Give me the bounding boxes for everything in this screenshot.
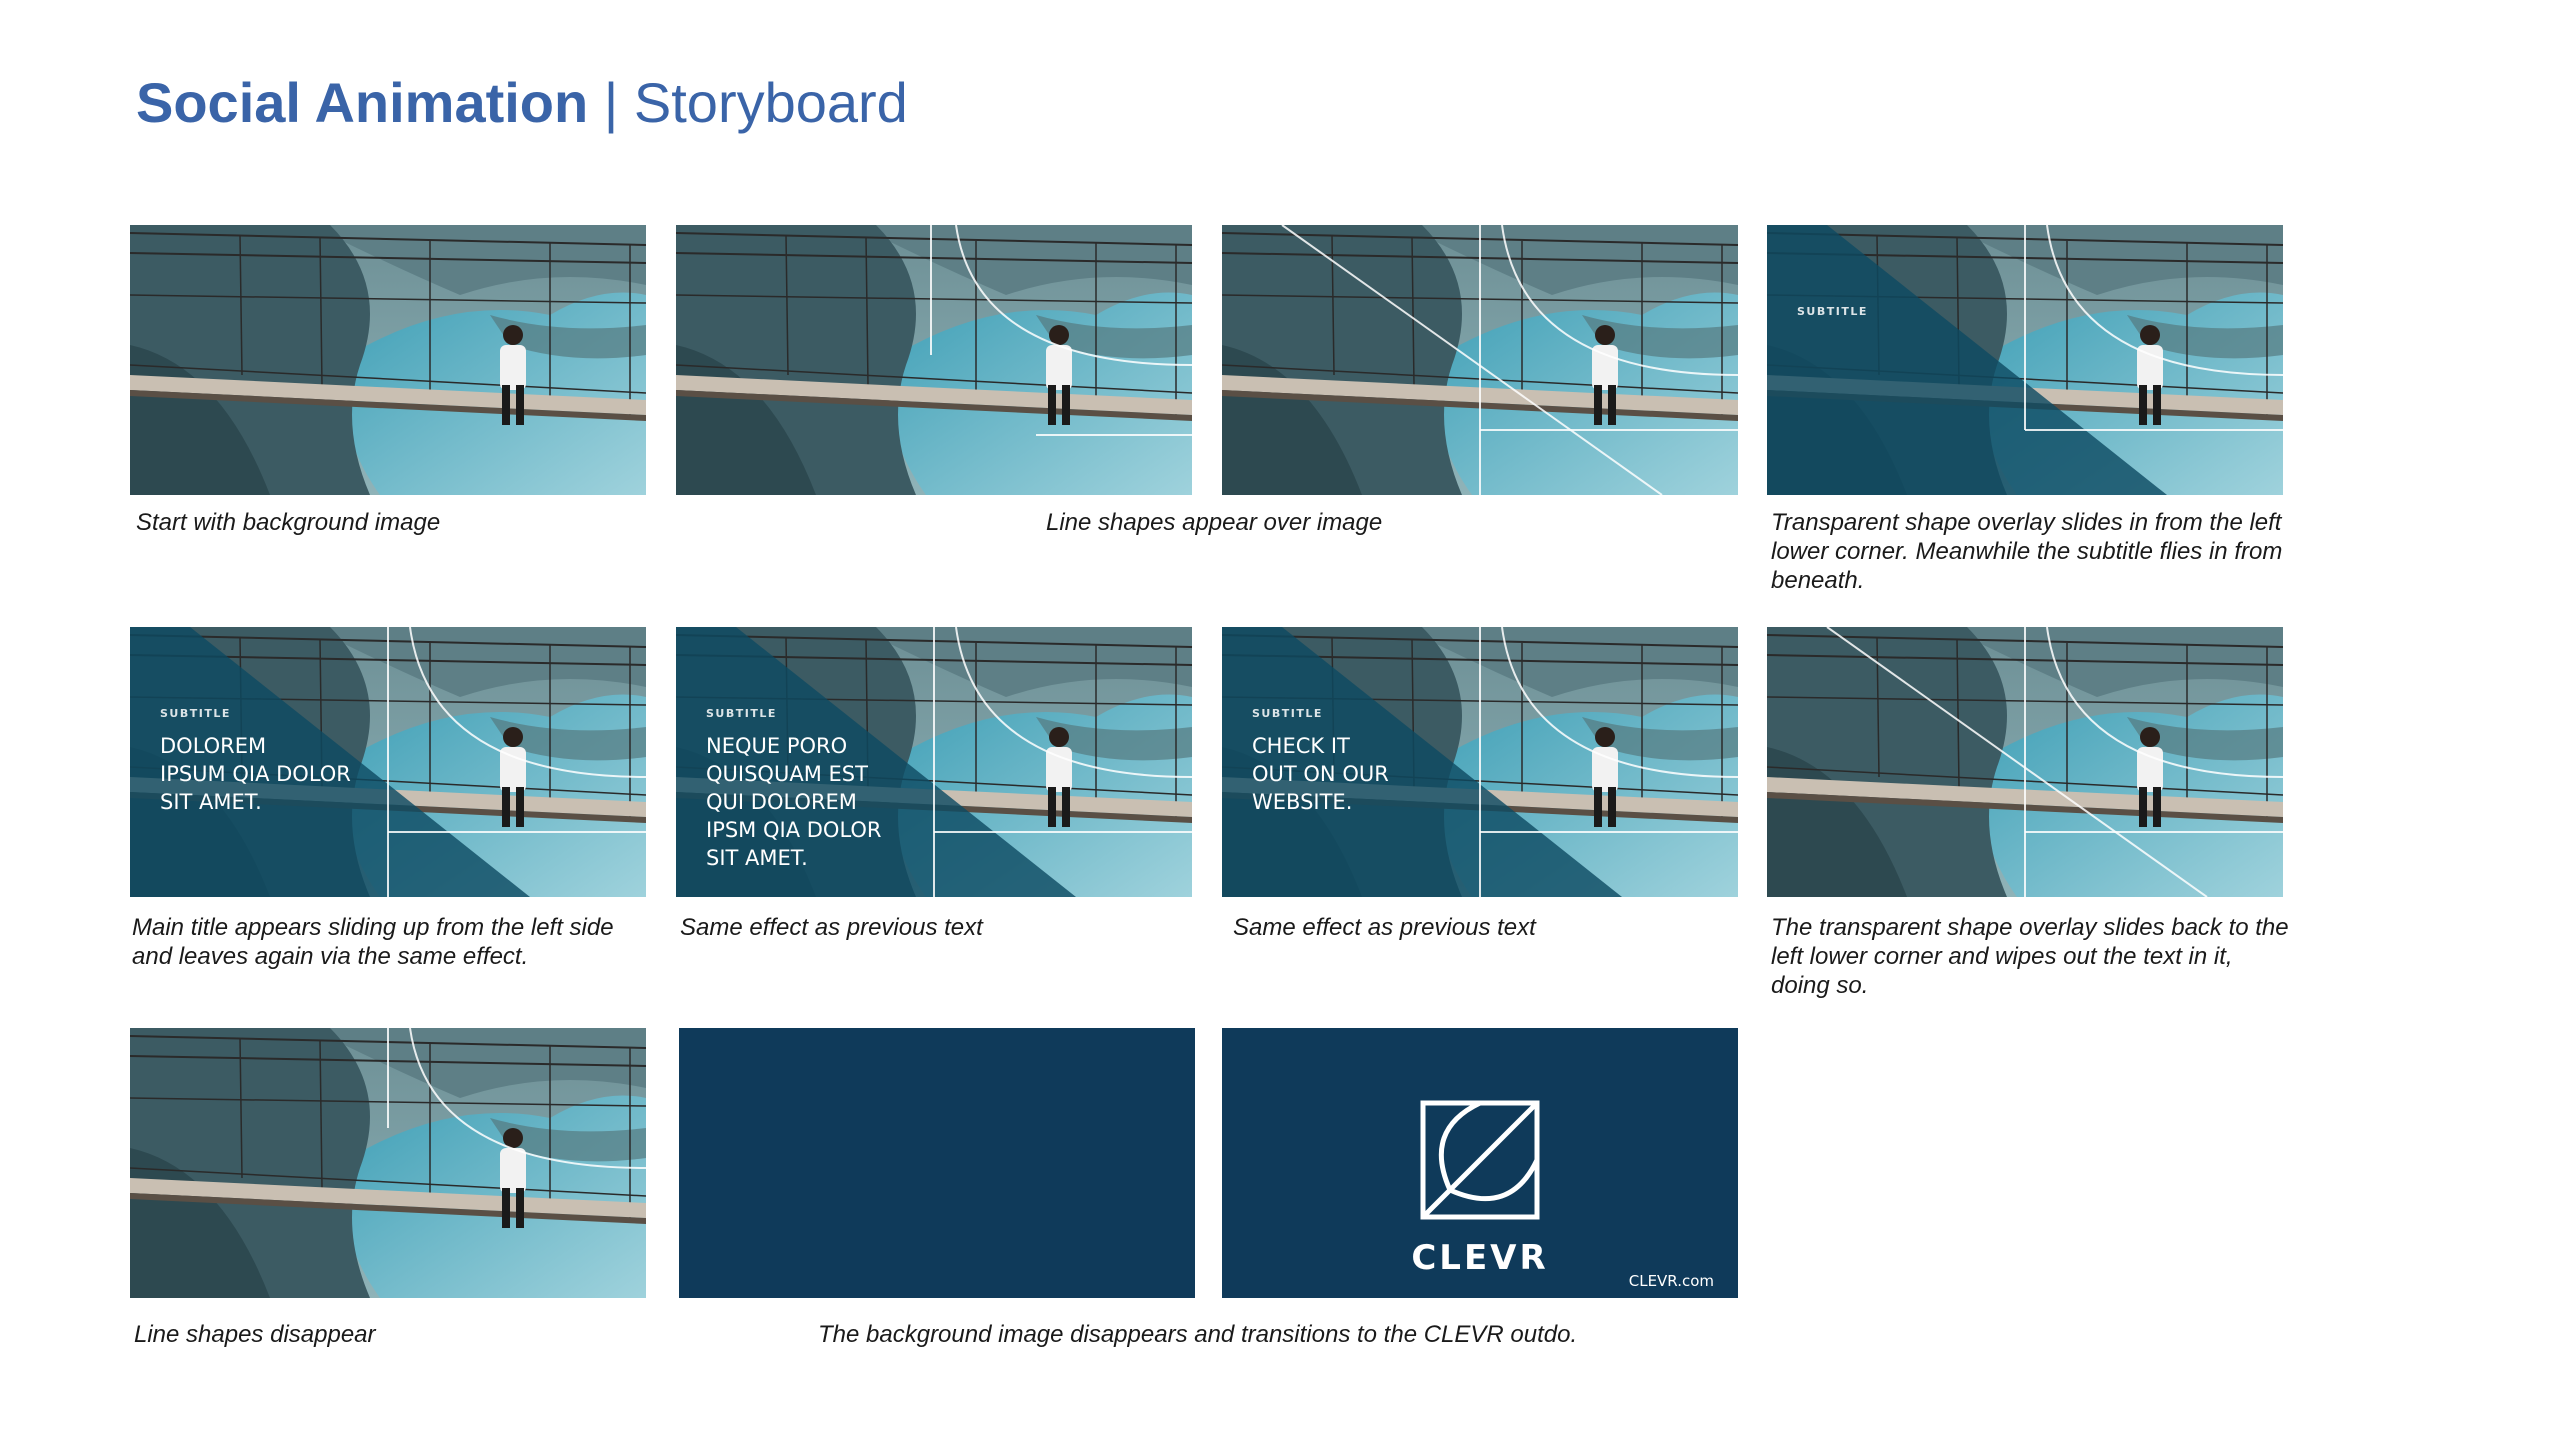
overlay-subtitle: SUBTITLE xyxy=(1252,707,1323,720)
caption-3: Transparent shape overlay slides in from… xyxy=(1771,509,2283,594)
bridge-photo-lines xyxy=(130,1028,646,1298)
clevr-url: CLEVR.com xyxy=(1628,1272,1714,1290)
frame-5-main-title: SUBTITLE DOLOREM IPSUM QIA DOLOR SIT AME… xyxy=(130,627,646,897)
page-title: Social Animation | Storyboard xyxy=(136,70,908,135)
frame-2-line-shapes xyxy=(676,225,1192,495)
frame-6-main-title: SUBTITLE NEQUE PORO QUISQUAM EST QUI DOL… xyxy=(676,627,1192,897)
frame-4-overlay-subtitle: SUBTITLE xyxy=(1767,225,2283,495)
bridge-photo-lines-full xyxy=(1767,627,2283,897)
caption-7: Same effect as previous text xyxy=(1233,914,1536,941)
bridge-photo-lines-full xyxy=(1222,225,1738,495)
frame-7-main-title: SUBTITLE CHECK IT OUT ON OUR WEBSITE. xyxy=(1222,627,1738,897)
caption-10: The background image disappears and tran… xyxy=(818,1321,1578,1348)
caption-1: Start with background image xyxy=(136,509,441,536)
overlay-subtitle: SUBTITLE xyxy=(160,707,231,720)
bridge-photo xyxy=(130,225,646,495)
bridge-photo-lines xyxy=(676,225,1192,495)
overlay-main-title: NEQUE PORO QUISQUAM EST QUI DOLOREM IPSM… xyxy=(706,734,882,870)
page-title-bold: Social Animation xyxy=(136,71,589,134)
frame-1-background-image xyxy=(130,225,646,495)
page-title-rest: | Storyboard xyxy=(588,71,908,134)
frame-8-overlay-wipe xyxy=(1767,627,2283,897)
clevr-logo-icon xyxy=(1420,1100,1540,1220)
frame-10-blank-navy xyxy=(679,1028,1195,1298)
overlay-subtitle: SUBTITLE xyxy=(1797,305,1868,318)
overlay-main-title: CHECK IT OUT ON OUR WEBSITE. xyxy=(1252,734,1389,814)
frame-3-line-shapes xyxy=(1222,225,1738,495)
caption-9: Line shapes disappear xyxy=(134,1321,376,1348)
overlay-main-title: DOLOREM IPSUM QIA DOLOR SIT AMET. xyxy=(160,734,351,814)
caption-6: Same effect as previous text xyxy=(680,914,983,941)
overlay-subtitle: SUBTITLE xyxy=(706,707,777,720)
frame-11-clevr-outro: CLEVR CLEVR.com xyxy=(1222,1028,1738,1298)
caption-8: The transparent shape overlay slides bac… xyxy=(1771,914,2289,999)
caption-2: Line shapes appear over image xyxy=(1046,509,1383,536)
bridge-photo-overlay xyxy=(1767,225,2283,495)
caption-5: Main title appears sliding up from the l… xyxy=(132,914,614,970)
frame-9-lines-disappear xyxy=(130,1028,646,1298)
